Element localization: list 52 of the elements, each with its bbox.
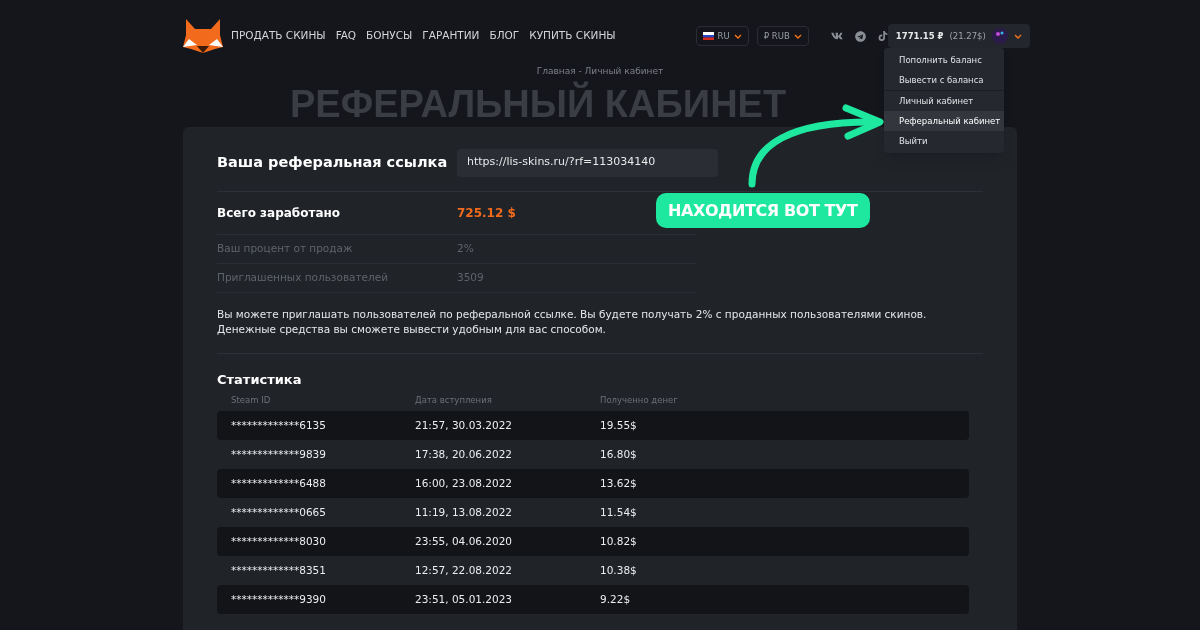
table-cell-text: 11.54$ <box>600 504 637 520</box>
menu-item[interactable]: Пополнить баланс <box>884 50 1004 70</box>
table-cell-text: 13.62$ <box>600 475 637 491</box>
table-cell-text: 11:19, 13.08.2022 <box>415 504 514 520</box>
currency-selector[interactable]: ₽ RUB <box>756 26 809 46</box>
annotation-label: НАХОДИТСЯ ВОТ ТУТ <box>656 193 870 228</box>
info-text: Вы можете приглашать пользователей по реферальной ссылке. Вы будете получать 2% с проданных пользователями скинов. <box>217 306 928 322</box>
statistics-title: Статистика <box>217 370 303 389</box>
stat-value: 725.12 $ <box>457 204 516 222</box>
table-cell-text: 12:57, 22.08.2022 <box>415 562 514 578</box>
table-cell-text: 17:38, 20.06.2022 <box>415 446 514 462</box>
table-cell-text: 16.80$ <box>600 446 637 462</box>
column-header: Steam ID <box>231 393 272 407</box>
table-cell-text: 23:55, 04.06.2020 <box>415 533 514 549</box>
menu-item[interactable]: Личный кабинет <box>884 91 1004 111</box>
table-cell-text: 19.55$ <box>600 417 637 433</box>
table-cell-text: *************9839 <box>231 446 327 462</box>
balance-button[interactable]: 1771.15 ₽ (21.27$) <box>887 24 1030 48</box>
column-header: Дата вступления <box>415 393 493 407</box>
nav-link[interactable]: FAQ <box>335 28 356 44</box>
nav-link[interactable]: ГАРАНТИИ <box>422 28 480 44</box>
stat-value: 2% <box>457 240 474 256</box>
language-selector[interactable]: RU <box>695 26 749 46</box>
stat-label: Всего заработано <box>217 204 342 222</box>
menu-item[interactable]: Реферальный кабинет <box>884 111 1004 131</box>
column-header: Полученно денег <box>600 393 678 407</box>
table-cell-text: *************9390 <box>231 591 327 607</box>
table-cell-text: *************8030 <box>231 533 327 549</box>
table-cell-text: *************8351 <box>231 562 327 578</box>
menu-item[interactable]: Вывести с баланса <box>884 70 1004 90</box>
table-cell-text: 10.38$ <box>600 562 637 578</box>
table-cell-text: 16:00, 23.08.2022 <box>415 475 514 491</box>
referral-link-label: Ваша реферальная ссылка <box>217 152 449 172</box>
table-cell-text: *************0665 <box>231 504 327 520</box>
stat-label: Приглашенных пользователей <box>217 269 390 285</box>
nav-link[interactable]: ПРОДАТЬ СКИНЫ <box>231 28 326 44</box>
stat-label: Ваш процент от продаж <box>217 240 354 256</box>
table-cell-text: 9.22$ <box>600 591 631 607</box>
nav-link[interactable]: КУПИТЬ СКИНЫ <box>529 28 616 44</box>
menu-item[interactable]: Выйти <box>884 131 1004 151</box>
nav-link[interactable]: БОНУСЫ <box>366 28 413 44</box>
referral-link-field[interactable]: https://lis-skins.ru/?rf=113034140 <box>457 148 718 177</box>
table-cell-text: *************6488 <box>231 475 327 491</box>
table-cell-text: *************6135 <box>231 417 327 433</box>
info-text: Денежные средства вы сможете вывести удобным для вас способом. <box>217 321 607 337</box>
nav-link[interactable]: БЛОГ <box>489 28 520 44</box>
table-cell-text: 23:51, 05.01.2023 <box>415 591 514 607</box>
table-cell-text: 21:57, 30.03.2022 <box>415 417 514 433</box>
table-cell-text: 10.82$ <box>600 533 637 549</box>
breadcrumb: Главная - Личный кабинет <box>535 65 665 78</box>
stat-value: 3509 <box>457 269 484 285</box>
balance-usd: (21.27$) <box>949 29 986 43</box>
